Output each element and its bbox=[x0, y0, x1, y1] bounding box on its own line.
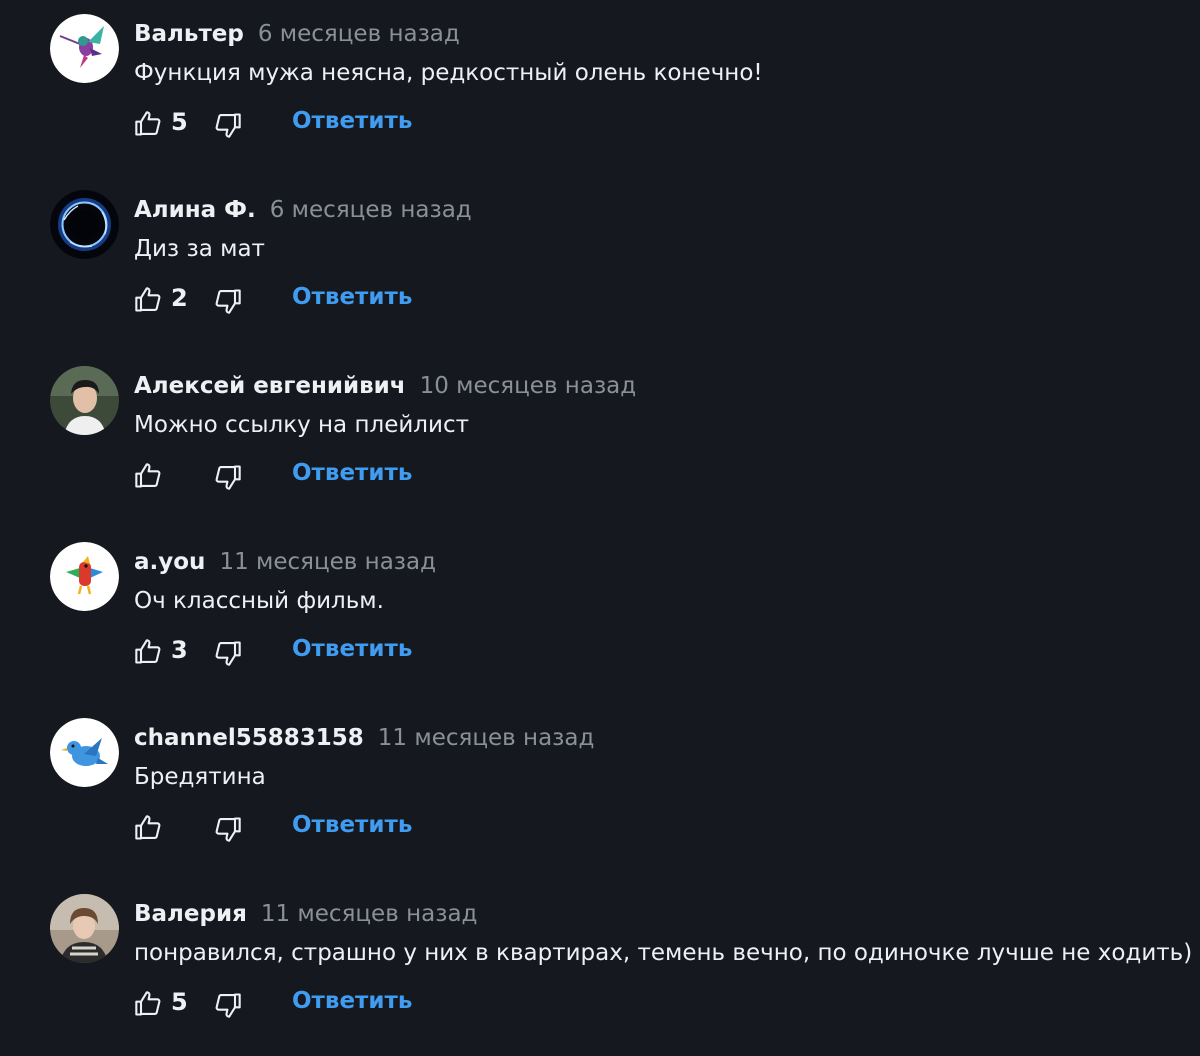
comment-item: Алина Ф. 6 месяцев назад Диз за мат 2 От… bbox=[0, 176, 1200, 352]
comment-actions: Ответить bbox=[134, 446, 554, 506]
comment-item: Алексей евгенийвич 10 месяцев назад Можн… bbox=[0, 352, 1200, 528]
comment-timestamp: 11 месяцев назад bbox=[260, 901, 478, 927]
comment-text: понравился, страшно у них в квартирах, т… bbox=[134, 940, 1193, 966]
like-count: 3 bbox=[171, 636, 188, 664]
comment-header: Алексей евгенийвич 10 месяцев назад bbox=[134, 366, 636, 406]
comment-item: channel55883158 11 месяцев назад Бредяти… bbox=[0, 704, 1200, 880]
like-count: 5 bbox=[171, 108, 188, 136]
thumbs-down-icon[interactable] bbox=[214, 111, 242, 139]
thumbs-up-icon[interactable] bbox=[134, 638, 162, 666]
like-count: 5 bbox=[171, 988, 188, 1016]
author-name[interactable]: Вальтер bbox=[134, 21, 244, 47]
comment-timestamp: 11 месяцев назад bbox=[377, 725, 595, 751]
comment-timestamp: 11 месяцев назад bbox=[219, 549, 437, 575]
comment-actions: 3 Ответить bbox=[134, 622, 554, 682]
comment-header: a.you 11 месяцев назад bbox=[134, 542, 436, 582]
reply-button[interactable]: Ответить bbox=[292, 284, 412, 310]
comment-header: Алина Ф. 6 месяцев назад bbox=[134, 190, 472, 230]
thumbs-up-icon[interactable] bbox=[134, 286, 162, 314]
author-name[interactable]: Алина Ф. bbox=[134, 197, 256, 223]
parrot-avatar[interactable] bbox=[50, 542, 119, 611]
comment-text: Функция мужа неясна, редкостный олень ко… bbox=[134, 60, 763, 86]
comment-header: channel55883158 11 месяцев назад bbox=[134, 718, 594, 758]
thumbs-down-icon[interactable] bbox=[214, 287, 242, 315]
comment-text: Оч классный фильм. bbox=[134, 588, 384, 614]
author-name[interactable]: Валерия bbox=[134, 901, 247, 927]
comment-item: Вальтер 6 месяцев назад Функция мужа нея… bbox=[0, 0, 1200, 176]
hummingbird-avatar[interactable] bbox=[50, 14, 119, 83]
comment-timestamp: 6 месяцев назад bbox=[269, 197, 472, 223]
comment-timestamp: 10 месяцев назад bbox=[419, 373, 637, 399]
comment-actions: 5 Ответить bbox=[134, 94, 554, 154]
comment-timestamp: 6 месяцев назад bbox=[257, 21, 460, 47]
comment-actions: Ответить bbox=[134, 798, 554, 858]
thumbs-up-icon[interactable] bbox=[134, 110, 162, 138]
comment-header: Валерия 11 месяцев назад bbox=[134, 894, 477, 934]
user-photo-avatar[interactable] bbox=[50, 366, 119, 435]
comment-item: a.you 11 месяцев назад Оч классный фильм… bbox=[0, 528, 1200, 704]
comment-text: Бредятина bbox=[134, 764, 266, 790]
author-name[interactable]: channel55883158 bbox=[134, 725, 364, 751]
thumbs-down-icon[interactable] bbox=[214, 463, 242, 491]
comment-header: Вальтер 6 месяцев назад bbox=[134, 14, 460, 54]
author-name[interactable]: Алексей евгенийвич bbox=[134, 373, 406, 399]
reply-button[interactable]: Ответить bbox=[292, 636, 412, 662]
bluebird-avatar[interactable] bbox=[50, 718, 119, 787]
comment-actions: 5 Ответить bbox=[134, 974, 554, 1034]
comment-text: Можно ссылку на плейлист bbox=[134, 412, 469, 438]
thumbs-down-icon[interactable] bbox=[214, 639, 242, 667]
thumbs-up-icon[interactable] bbox=[134, 814, 162, 842]
reply-button[interactable]: Ответить bbox=[292, 812, 412, 838]
comment-actions: 2 Ответить bbox=[134, 270, 554, 330]
energy-ring-avatar[interactable] bbox=[50, 190, 119, 259]
reply-button[interactable]: Ответить bbox=[292, 460, 412, 486]
thumbs-down-icon[interactable] bbox=[214, 991, 242, 1019]
author-name[interactable]: a.you bbox=[134, 549, 205, 575]
comment-text: Диз за мат bbox=[134, 236, 265, 262]
like-count: 2 bbox=[171, 284, 188, 312]
thumbs-down-icon[interactable] bbox=[214, 815, 242, 843]
reply-button[interactable]: Ответить bbox=[292, 988, 412, 1014]
user-photo-avatar[interactable] bbox=[50, 894, 119, 963]
reply-button[interactable]: Ответить bbox=[292, 108, 412, 134]
thumbs-up-icon[interactable] bbox=[134, 462, 162, 490]
thumbs-up-icon[interactable] bbox=[134, 990, 162, 1018]
comment-item: Валерия 11 месяцев назад понравился, стр… bbox=[0, 880, 1200, 1056]
